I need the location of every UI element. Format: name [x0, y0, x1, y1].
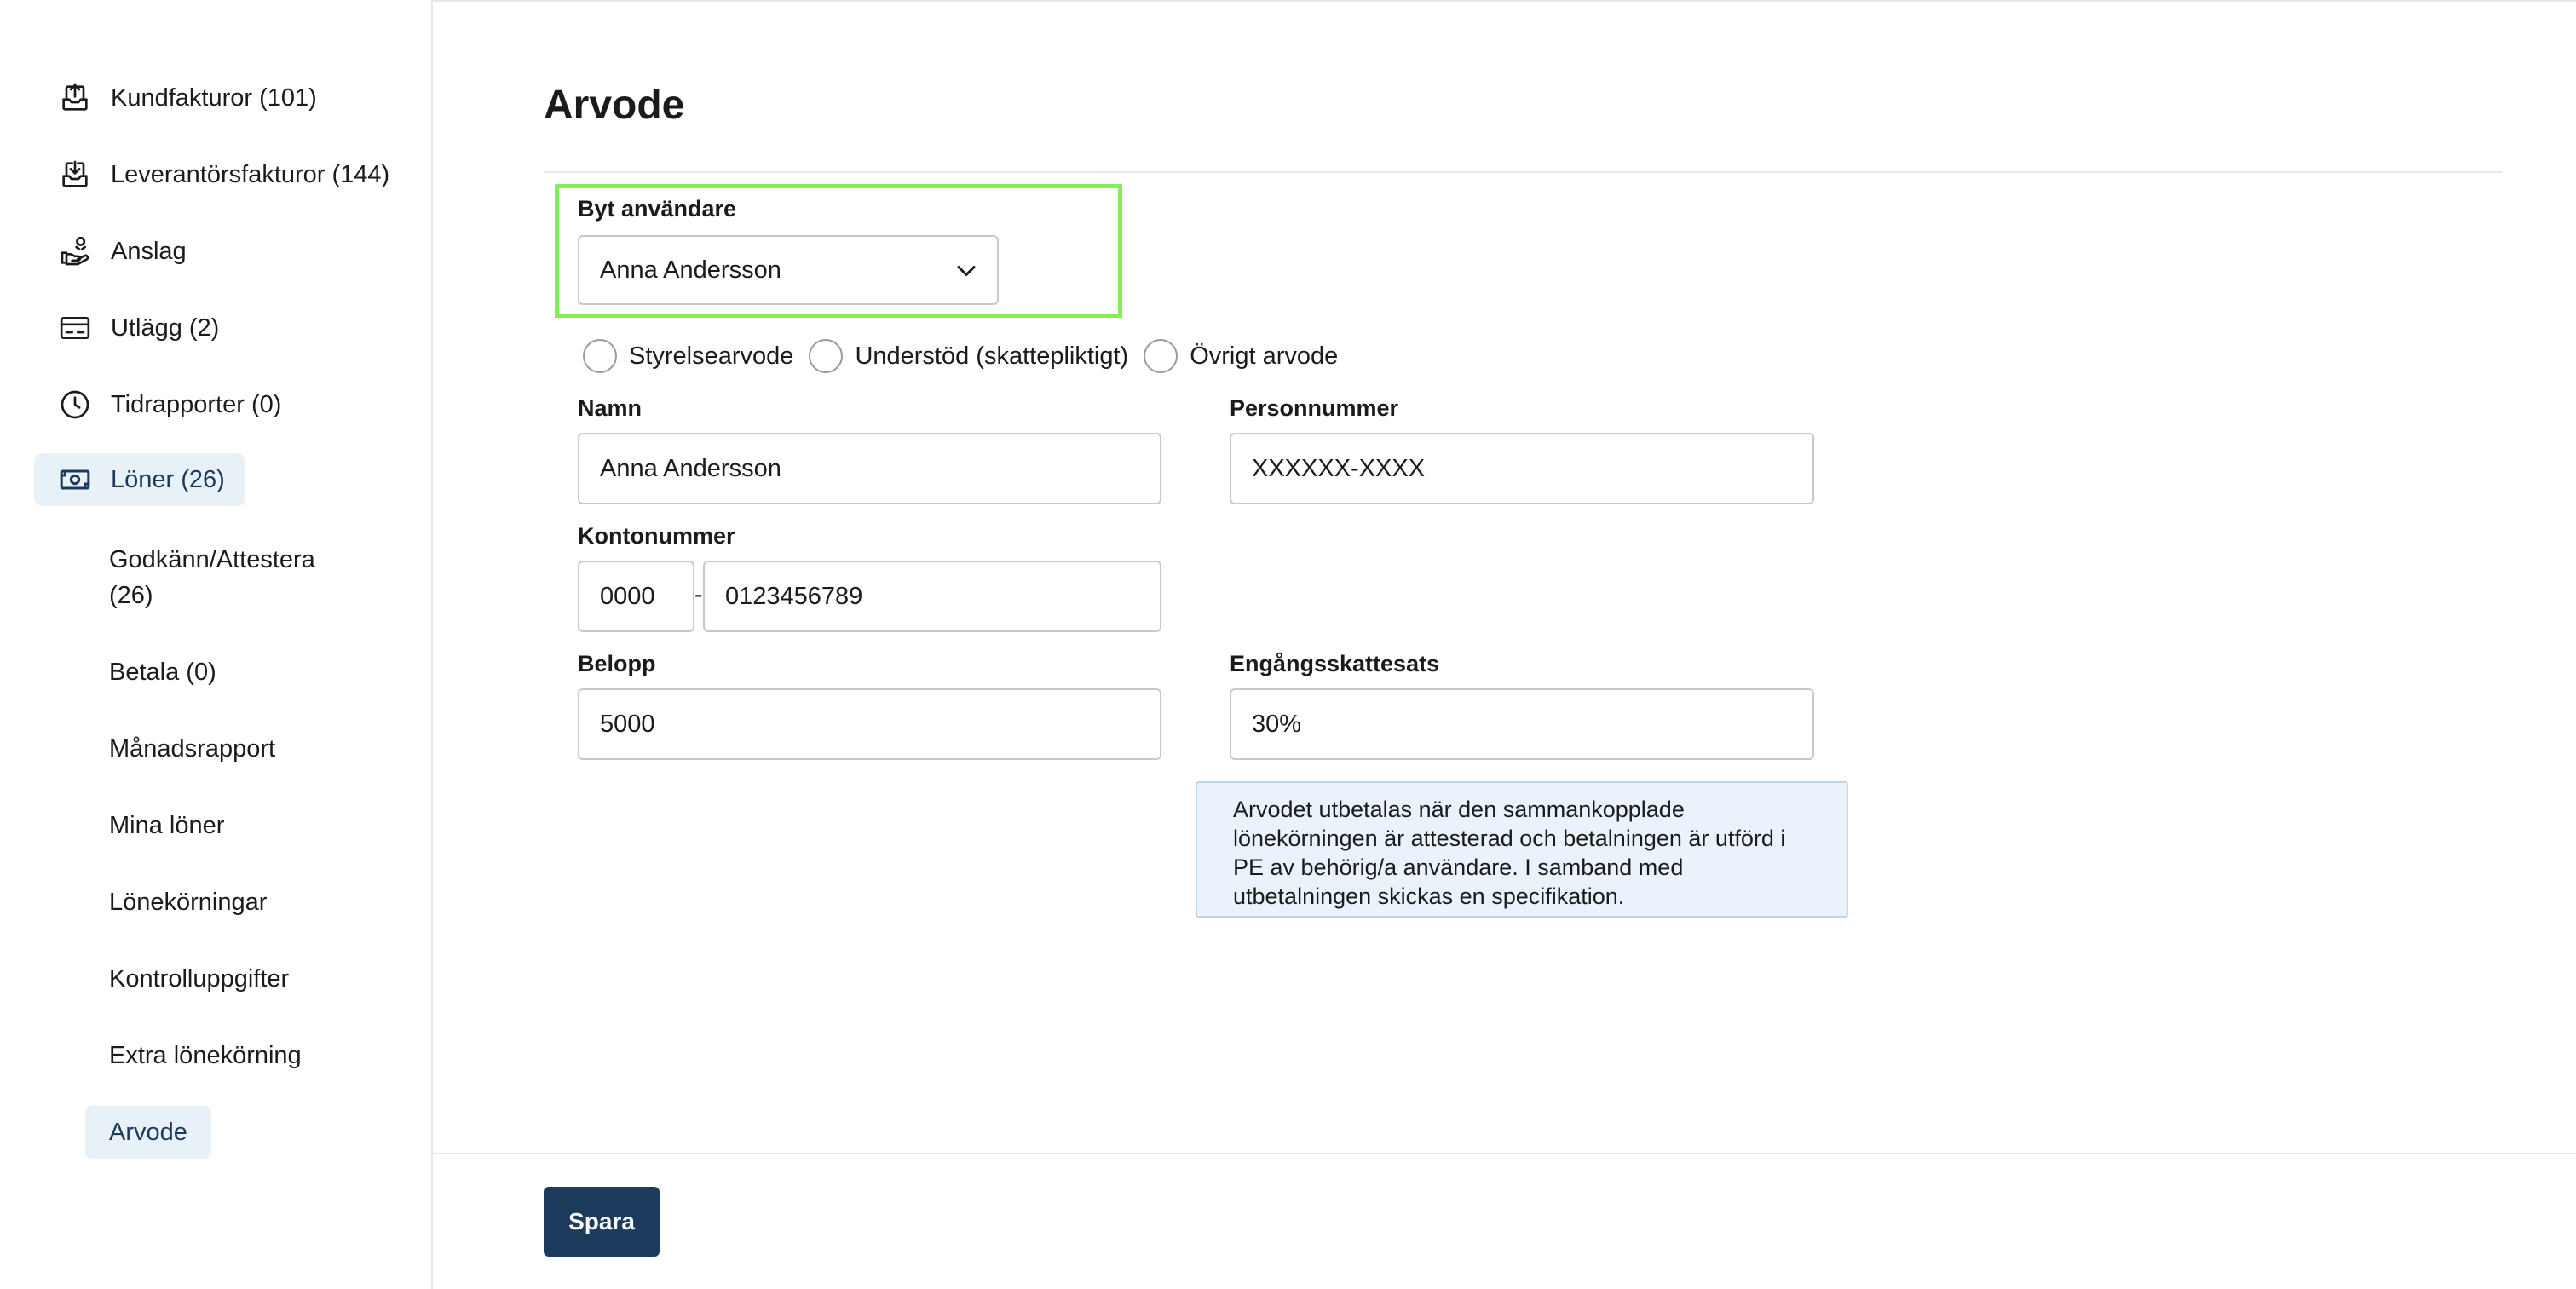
switch-user-select[interactable]: Anna Andersson — [578, 235, 999, 305]
tax-rate-label: Engångsskattesats — [1230, 651, 1440, 676]
sidebar-item-label: Kundfakturor (101) — [111, 83, 317, 112]
sidebar-subitem-label: Godkänn/Attestera — [109, 546, 315, 573]
hand-coin-icon — [58, 234, 92, 268]
sidebar-subitem-kontrolluppgifter[interactable]: Kontrolluppgifter — [85, 961, 313, 997]
sidebar-subitem-arvode[interactable]: Arvode — [85, 1106, 211, 1159]
name-field[interactable]: Anna Andersson — [578, 433, 1161, 504]
card-icon — [58, 311, 92, 345]
footer-divider — [433, 1153, 2576, 1154]
sidebar-item-label: Löner (26) — [111, 465, 225, 493]
sidebar-item-label: Anslag — [111, 237, 187, 265]
clock-icon — [58, 388, 92, 422]
sidebar-subitem-label-count: (26) — [109, 582, 153, 609]
save-button[interactable]: Spara — [544, 1187, 660, 1257]
account-separator: - — [694, 581, 703, 608]
account-number-label: Kontonummer — [578, 523, 735, 549]
divider — [544, 171, 2502, 173]
sidebar-item-leverantorsfakturor[interactable]: Leverantörsfakturor (144) — [34, 148, 410, 201]
radio-circle[interactable] — [809, 339, 844, 373]
sidebar-subitem-extra-lonekorning[interactable]: Extra lönekörning — [85, 1038, 326, 1073]
outbox-upload-icon — [58, 81, 92, 115]
inbox-download-icon — [58, 158, 92, 192]
sidebar-item-utlagg[interactable]: Utlägg (2) — [34, 302, 239, 354]
radio-circle[interactable] — [583, 339, 617, 373]
sidebar-item-loner[interactable]: Löner (26) — [34, 453, 245, 506]
sidebar-item-anslag[interactable]: Anslag — [34, 225, 207, 278]
sidebar-subitem-lonekorningar[interactable]: Lönekörningar — [85, 884, 291, 920]
amount-field[interactable]: 5000 — [578, 688, 1161, 760]
info-box: Arvodet utbetalas när den sammankopplade… — [1196, 781, 1848, 918]
info-text-line: lönekörningen är attesterad och betalnin… — [1233, 826, 1786, 851]
sidebar-subitem-godkann-attestera[interactable]: Godkänn/Attestera (26) — [85, 542, 339, 613]
switch-user-label: Byt användare — [578, 196, 737, 222]
sidebar-item-tidrapporter[interactable]: Tidrapporter (0) — [34, 378, 302, 431]
radio-label: Övrigt arvode — [1190, 342, 1339, 370]
info-text-line: PE av behörig/a användare. I samband med — [1233, 855, 1684, 880]
amount-label: Belopp — [578, 651, 656, 676]
info-text-line: utbetalningen skickas en specifikation. — [1233, 883, 1625, 909]
sidebar-subitem-betala[interactable]: Betala (0) — [85, 654, 240, 690]
sidebar-item-kundfakturor[interactable]: Kundfakturor (101) — [34, 72, 337, 124]
account-number-field[interactable]: 0123456789 — [703, 561, 1161, 632]
radio-ovrigt-arvode[interactable]: Övrigt arvode — [1144, 339, 1338, 373]
arvode-type-radio-group: Styrelsearvode Understöd (skattepliktigt… — [583, 337, 1353, 375]
radio-understod[interactable]: Understöd (skattepliktigt) — [809, 339, 1128, 373]
personnummer-field[interactable]: XXXXXX-XXXX — [1230, 433, 1814, 504]
name-label: Namn — [578, 395, 643, 421]
info-text-line: Arvodet utbetalas när den sammankopplade — [1233, 797, 1685, 822]
sidebar-subitem-manadsrapport[interactable]: Månadsrapport — [85, 731, 299, 767]
tax-rate-field[interactable]: 30% — [1230, 688, 1814, 760]
sidebar: Kundfakturor (101) Leverantörsfakturor (… — [0, 0, 433, 1289]
radio-circle[interactable] — [1144, 339, 1179, 373]
radio-label: Styrelsearvode — [629, 342, 794, 370]
sidebar-item-label: Tidrapporter (0) — [111, 390, 282, 418]
radio-label: Understöd (skattepliktigt) — [855, 342, 1129, 370]
sidebar-item-label: Leverantörsfakturor (144) — [111, 160, 390, 188]
clearing-number-field[interactable]: 0000 — [578, 561, 694, 632]
banknote-icon — [58, 463, 92, 497]
sidebar-item-label: Utlägg (2) — [111, 314, 220, 342]
radio-styrelsearvode[interactable]: Styrelsearvode — [583, 339, 793, 373]
sidebar-subitem-mina-loner[interactable]: Mina löner — [85, 808, 248, 843]
personnummer-label: Personnummer — [1230, 395, 1399, 421]
chevron-down-icon — [957, 266, 976, 276]
page-title: Arvode — [544, 83, 685, 128]
switch-user-selected-value: Anna Andersson — [600, 256, 781, 284]
